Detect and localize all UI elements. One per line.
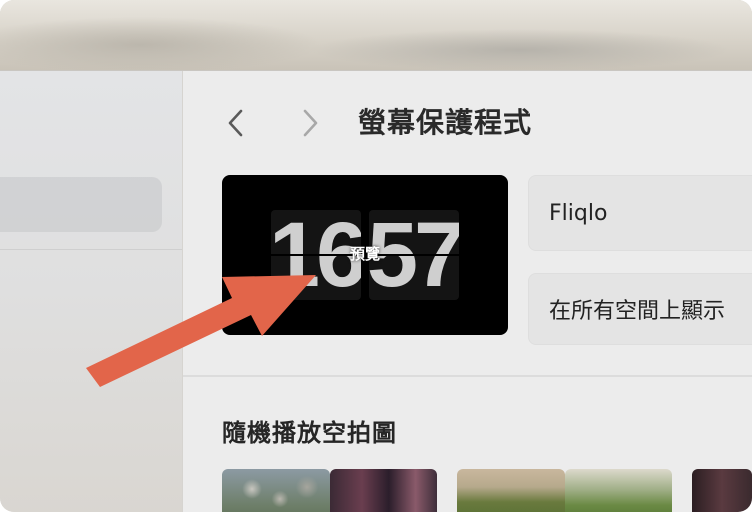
section-title: 隨機播放空拍圖: [222, 419, 397, 447]
aerial-thumbnail[interactable]: [330, 469, 437, 512]
preview-button-label[interactable]: 預覽: [222, 243, 508, 264]
page-title: 螢幕保護程式: [358, 106, 533, 139]
screen-saver-selector[interactable]: Fliqlo: [528, 175, 752, 251]
aerial-thumbnail[interactable]: [222, 469, 330, 512]
aerial-thumbnail[interactable]: [565, 469, 672, 512]
sidebar-divider: [0, 249, 182, 250]
section-divider: [183, 375, 752, 377]
screen-saver-preview[interactable]: 16 57 預覽: [222, 175, 508, 335]
back-button[interactable]: [221, 103, 251, 143]
chevron-left-icon: [228, 109, 243, 137]
chevron-right-icon: [303, 109, 318, 137]
forward-button[interactable]: [295, 103, 325, 143]
sidebar-item-selected[interactable]: [0, 177, 162, 232]
aerial-thumbnail[interactable]: [457, 469, 565, 512]
aerial-thumbnail[interactable]: [692, 469, 752, 512]
show-on-all-spaces-option[interactable]: 在所有空間上顯示: [528, 273, 752, 345]
settings-window: 螢幕保護程式 16 57 預覽 Fliqlo 在所有空間上顯示 隨機播放空拍圖: [0, 70, 752, 512]
sidebar: [0, 71, 183, 512]
desktop-wallpaper: [0, 0, 752, 70]
screen: 螢幕保護程式 16 57 預覽 Fliqlo 在所有空間上顯示 隨機播放空拍圖: [0, 0, 752, 512]
main-content: 螢幕保護程式 16 57 預覽 Fliqlo 在所有空間上顯示 隨機播放空拍圖: [183, 71, 752, 512]
